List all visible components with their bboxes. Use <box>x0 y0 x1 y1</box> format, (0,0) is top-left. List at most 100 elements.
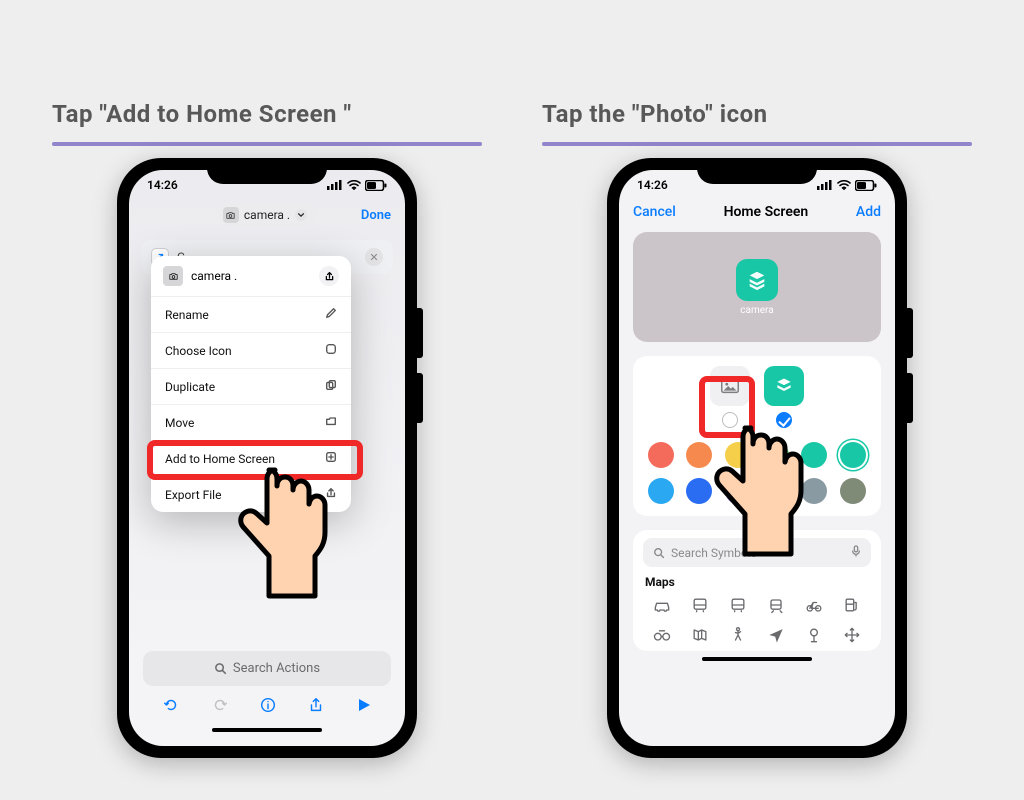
symbol-search[interactable]: Search Symbols <box>643 538 871 567</box>
bus-icon[interactable] <box>690 595 710 615</box>
bicycle-icon[interactable] <box>804 595 824 615</box>
bus-alt-icon[interactable] <box>728 595 748 615</box>
fuel-icon[interactable] <box>842 595 862 615</box>
share-icon[interactable] <box>319 266 339 286</box>
status-time: 14:26 <box>637 178 668 192</box>
color-swatch[interactable] <box>686 478 712 504</box>
color-swatch[interactable] <box>840 478 866 504</box>
pencil-icon <box>325 307 337 322</box>
undo-button[interactable] <box>162 696 180 718</box>
screen-home-icon-picker: 14:26 Cancel Home Screen Add <box>619 170 895 746</box>
radio-unselected <box>722 412 738 428</box>
done-button[interactable]: Done <box>361 208 391 223</box>
photo-icon <box>710 366 750 406</box>
symbol-panel: Search Symbols Maps <box>633 530 881 651</box>
menu-label: Export File <box>165 488 221 502</box>
binoculars-icon[interactable] <box>652 625 672 645</box>
color-swatch[interactable] <box>763 478 789 504</box>
status-icons <box>327 180 387 191</box>
mic-icon[interactable] <box>851 545 861 560</box>
move-arrows-icon[interactable] <box>842 625 862 645</box>
pin-icon[interactable] <box>804 625 824 645</box>
wifi-icon <box>347 180 361 190</box>
menu-item-export-file[interactable]: Export File <box>151 477 351 512</box>
rounded-square-icon <box>325 343 337 358</box>
color-palette <box>643 438 871 512</box>
location-arrow-icon[interactable] <box>766 625 786 645</box>
car-icon[interactable] <box>652 595 672 615</box>
menu-item-duplicate[interactable]: Duplicate <box>151 369 351 405</box>
menu-item-rename[interactable]: Rename <box>151 297 351 333</box>
menu-item-move[interactable]: Move <box>151 405 351 441</box>
glyph-icon <box>764 366 804 406</box>
menu-item-choose-icon[interactable]: Choose Icon <box>151 333 351 369</box>
status-icons <box>817 180 877 191</box>
divider <box>52 142 482 146</box>
icon-source-row <box>643 366 871 428</box>
color-swatch[interactable] <box>648 442 674 468</box>
map-icon[interactable] <box>690 625 710 645</box>
context-menu-header: camera . <box>151 256 351 297</box>
color-swatch[interactable] <box>686 442 712 468</box>
search-icon <box>653 547 665 559</box>
info-button[interactable] <box>259 696 277 718</box>
camera-icon <box>163 266 183 286</box>
editor-bottom: Search Actions <box>129 641 405 746</box>
context-menu-title: camera . <box>191 269 237 283</box>
menu-label: Duplicate <box>165 380 215 394</box>
share-button[interactable] <box>307 696 325 718</box>
notch <box>207 158 327 184</box>
right-column: Tap the "Photo" icon 14:26 Cancel <box>542 100 972 758</box>
phone-frame-left: 14:26 camera . <box>117 158 417 758</box>
run-button[interactable] <box>356 697 372 717</box>
add-square-icon <box>325 451 337 466</box>
menu-label: Rename <box>165 308 209 322</box>
color-swatch[interactable] <box>648 478 674 504</box>
remove-action-icon[interactable]: ✕ <box>365 248 383 266</box>
cancel-button[interactable]: Cancel <box>633 204 676 220</box>
option-photo[interactable] <box>710 366 750 428</box>
color-swatch[interactable] <box>725 478 751 504</box>
search-icon <box>214 662 227 675</box>
home-indicator <box>212 728 322 732</box>
redo-button[interactable] <box>211 696 229 718</box>
sheet-nav: Cancel Home Screen Add <box>619 200 895 226</box>
tram-icon[interactable] <box>766 595 786 615</box>
color-swatch[interactable] <box>725 442 751 468</box>
app-name-label: camera <box>740 305 773 316</box>
radio-selected <box>776 412 792 428</box>
icon-picker-panel <box>633 356 881 516</box>
sheet-title: Home Screen <box>724 204 809 220</box>
menu-item-add-to-home-screen[interactable]: Add to Home Screen <box>151 441 351 477</box>
add-button[interactable]: Add <box>856 204 881 220</box>
symbol-search-placeholder: Search Symbols <box>671 546 757 560</box>
color-swatch[interactable] <box>801 478 827 504</box>
shortcut-title-chip[interactable]: camera . <box>219 204 315 226</box>
color-swatch[interactable] <box>801 442 827 468</box>
caption-right: Tap the "Photo" icon <box>542 100 972 128</box>
divider <box>542 142 972 146</box>
status-time: 14:26 <box>147 178 178 192</box>
color-swatch[interactable] <box>763 442 789 468</box>
signal-icon <box>327 180 343 190</box>
color-swatch[interactable] <box>840 442 866 468</box>
menu-label: Add to Home Screen <box>165 452 275 466</box>
battery-icon <box>365 180 387 191</box>
battery-icon <box>855 180 877 191</box>
walk-icon[interactable] <box>728 625 748 645</box>
menu-label: Choose Icon <box>165 344 232 358</box>
symbol-row-2 <box>643 625 871 645</box>
context-menu: camera . Rename Choose Icon <box>151 256 351 512</box>
notch <box>697 158 817 184</box>
screen-shortcuts-editor: 14:26 camera . <box>129 170 405 746</box>
signal-icon <box>817 180 833 190</box>
duplicate-icon <box>325 379 337 394</box>
wifi-icon <box>837 180 851 190</box>
export-icon <box>325 487 337 502</box>
folder-icon <box>325 415 337 430</box>
search-actions[interactable]: Search Actions <box>143 651 391 686</box>
option-glyph[interactable] <box>764 366 804 428</box>
menu-label: Move <box>165 416 194 430</box>
phone-frame-right: 14:26 Cancel Home Screen Add <box>607 158 907 758</box>
left-column: Tap "Add to Home Screen " 14:26 <box>52 100 482 758</box>
